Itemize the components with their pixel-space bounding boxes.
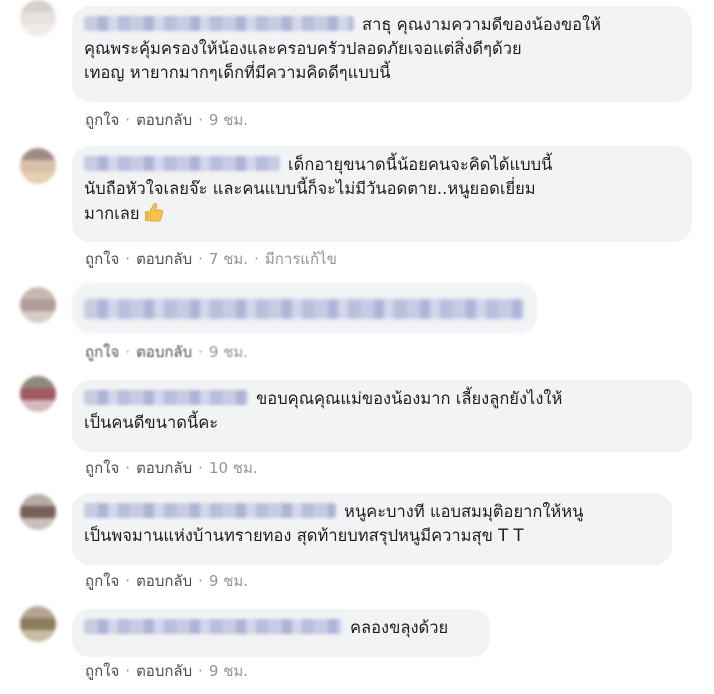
commenter-name[interactable] [84, 16, 354, 31]
separator-dot: · [125, 662, 131, 680]
comment-bubble: คลองขลุงด้วย [72, 609, 490, 657]
comment-actions: ถูกใจ · ตอบกลับ · 9 ชม. [85, 340, 248, 364]
comment-actions: ถูกใจ · ตอบกลับ · 10 ชม. [85, 456, 258, 480]
separator-dot: · [198, 572, 203, 590]
avatar[interactable] [20, 494, 56, 530]
separator-dot: · [198, 662, 203, 680]
reply-link[interactable]: ตอบกลับ [136, 459, 192, 477]
timestamp[interactable]: 10 ชม. [209, 459, 258, 477]
comment-bubble [72, 283, 537, 333]
comment-text: มากเลย [84, 204, 140, 223]
comment-text: หนูคะบางที แอบสมมุติอยากให้หนู [344, 502, 584, 521]
commenter-name[interactable] [84, 156, 280, 171]
comment-actions: ถูกใจ · ตอบกลับ · 9 ชม. [85, 569, 248, 593]
reply-link[interactable]: ตอบกลับ [136, 662, 192, 680]
comment-text: คลองขลุงด้วย [350, 618, 449, 637]
separator-dot: · [125, 572, 131, 590]
comment-text: ขอบคุณคุณแม่ของน้องมาก เลี้ยงลูกยังไงให้ [256, 389, 563, 408]
avatar[interactable] [20, 376, 56, 412]
reply-link[interactable]: ตอบกลับ [136, 572, 192, 590]
timestamp[interactable]: 7 ชม. [209, 250, 248, 268]
avatar[interactable] [20, 0, 56, 36]
separator-dot: · [125, 459, 131, 477]
comment-text: เป็นพจมานแห่งบ้านทรายทอง สุดท้ายบทสรุปหน… [84, 526, 524, 545]
comment-text: นับถือหัวใจเลยจ๊ะ และคนแบบนี้ก็จะไม่มีวั… [84, 179, 536, 198]
avatar[interactable] [20, 606, 56, 642]
like-link[interactable]: ถูกใจ [85, 343, 119, 361]
comment-text: สาธุ คุณงามความดีของน้องขอให้ [362, 15, 601, 34]
commenter-name[interactable] [84, 299, 524, 319]
separator-dot: · [125, 111, 131, 129]
timestamp[interactable]: 9 ชม. [209, 343, 248, 361]
reply-link[interactable]: ตอบกลับ [136, 111, 192, 129]
like-link[interactable]: ถูกใจ [85, 250, 119, 268]
commenter-name[interactable] [84, 390, 248, 405]
commenter-name[interactable] [84, 503, 336, 518]
comment-bubble: ขอบคุณคุณแม่ของน้องมาก เลี้ยงลูกยังไงให้… [72, 380, 692, 452]
thumbs-up-icon [142, 201, 164, 223]
separator-dot: · [254, 250, 259, 268]
comment-text: เด็กอายุขนาดนี้น้อยคนจะคิดได้แบบนี้ [288, 155, 553, 174]
separator-dot: · [198, 250, 203, 268]
reply-link[interactable]: ตอบกลับ [136, 343, 192, 361]
timestamp[interactable]: 9 ชม. [209, 662, 248, 680]
comment-bubble: เด็กอายุขนาดนี้น้อยคนจะคิดได้แบบนี้ นับถ… [72, 146, 692, 242]
separator-dot: · [125, 250, 131, 268]
timestamp[interactable]: 9 ชม. [209, 572, 248, 590]
reply-link[interactable]: ตอบกลับ [136, 250, 192, 268]
edited-label[interactable]: มีการแก้ไข [265, 250, 337, 268]
separator-dot: · [198, 459, 203, 477]
comment-text: คุณพระคุ้มครองให้น้องและครอบครัวปลอดภัยเ… [84, 39, 522, 58]
separator-dot: · [125, 343, 131, 361]
comment-bubble: หนูคะบางที แอบสมมุติอยากให้หนู เป็นพจมาน… [72, 493, 672, 565]
commenter-name[interactable] [84, 619, 342, 634]
comment-actions: ถูกใจ · ตอบกลับ · 7 ชม. · มีการแก้ไข [85, 247, 337, 271]
comment-text: เทอญ หายากมากๆเด็กที่มีความคิดดีๆแบบนี้ [84, 63, 391, 82]
like-link[interactable]: ถูกใจ [85, 662, 119, 680]
avatar[interactable] [20, 287, 56, 323]
like-link[interactable]: ถูกใจ [85, 572, 119, 590]
comment-actions: ถูกใจ · ตอบกลับ · 9 ชม. [85, 108, 248, 132]
comment-thread: สาธุ คุณงามความดีของน้องขอให้ คุณพระคุ้ม… [0, 0, 714, 694]
separator-dot: · [198, 343, 203, 361]
like-link[interactable]: ถูกใจ [85, 111, 119, 129]
separator-dot: · [198, 111, 203, 129]
comment-bubble: สาธุ คุณงามความดีของน้องขอให้ คุณพระคุ้ม… [72, 6, 692, 102]
comment-actions: ถูกใจ · ตอบกลับ · 9 ชม. [85, 659, 248, 683]
comment-text: เป็นคนดีขนาดนี้คะ [84, 413, 219, 432]
avatar[interactable] [20, 148, 56, 184]
timestamp[interactable]: 9 ชม. [209, 111, 248, 129]
like-link[interactable]: ถูกใจ [85, 459, 119, 477]
